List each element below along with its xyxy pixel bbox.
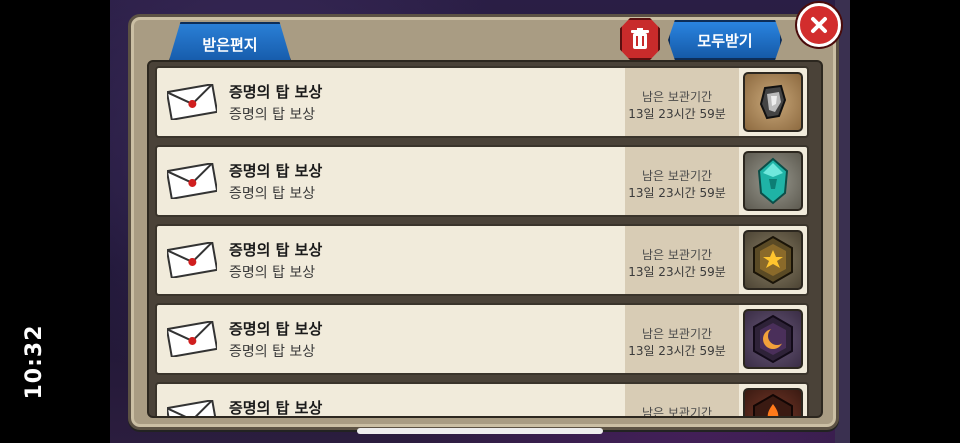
envelope-icon — [167, 84, 217, 120]
keep-label: 남은 보관기간 — [641, 248, 713, 262]
mail-list[interactable]: 증명의 탑 보상 증명의 탑 보상 남은 보관기간 13일 23시간 59분 증… — [147, 60, 823, 418]
trash-icon — [631, 28, 649, 49]
envelope-icon — [167, 321, 217, 357]
teal-crystal-icon — [757, 157, 789, 205]
mail-item[interactable]: 증명의 탑 보상 증명의 탑 보상 남은 보관기간 13일 23시간 59분 — [155, 303, 809, 375]
keep-label: 남은 보관기간 — [641, 169, 713, 183]
keep-label: 남은 보관기간 — [641, 90, 713, 104]
sun-rune-icon — [753, 235, 793, 285]
reward-item[interactable] — [743, 151, 803, 211]
keep-label: 남은 보관기간 — [641, 327, 713, 341]
mail-subtitle: 증명의 탑 보상 — [229, 186, 316, 202]
close-icon — [811, 17, 827, 33]
receive-all-button[interactable]: 모두받기 — [668, 20, 782, 60]
mail-item[interactable]: 증명의 탑 보상 증명의 탑 보상 남은 보관기간 13일 23시간 59분 — [155, 224, 809, 296]
mail-item[interactable]: 증명의 탑 보상 남은 보관기간 — [155, 382, 809, 418]
right-letterbox — [850, 0, 960, 443]
status-clock: 10:32 — [22, 324, 47, 400]
home-indicator[interactable] — [357, 428, 603, 434]
fire-rune-icon — [753, 393, 793, 416]
left-letterbox — [0, 0, 110, 443]
envelope-icon — [167, 242, 217, 278]
armor-fragment-icon — [759, 84, 787, 120]
keep-time: 13일 23시간 59분 — [628, 107, 726, 121]
mail-title: 증명의 탑 보상 — [229, 399, 323, 417]
reward-item[interactable] — [743, 72, 803, 132]
moon-rune-icon — [753, 314, 793, 364]
mail-title: 증명의 탑 보상 — [229, 241, 323, 259]
reward-item[interactable] — [743, 309, 803, 369]
mail-item[interactable]: 증명의 탑 보상 증명의 탑 보상 남은 보관기간 13일 23시간 59분 — [155, 66, 809, 138]
close-button[interactable] — [797, 3, 841, 47]
keep-time: 13일 23시간 59분 — [628, 186, 726, 200]
mail-title: 증명의 탑 보상 — [229, 83, 323, 101]
mail-title: 증명의 탑 보상 — [229, 320, 323, 338]
mail-item[interactable]: 증명의 탑 보상 증명의 탑 보상 남은 보관기간 13일 23시간 59분 — [155, 145, 809, 217]
envelope-icon — [167, 163, 217, 199]
keep-time: 13일 23시간 59분 — [628, 344, 726, 358]
envelope-icon — [167, 400, 217, 416]
mail-subtitle: 증명의 탑 보상 — [229, 265, 316, 281]
reward-item[interactable] — [743, 230, 803, 290]
keep-label: 남은 보관기간 — [641, 406, 713, 418]
mail-subtitle: 증명의 탑 보상 — [229, 107, 316, 123]
keep-time: 13일 23시간 59분 — [628, 265, 726, 279]
reward-item[interactable] — [743, 388, 803, 416]
tab-inbox[interactable]: 받은편지 — [168, 22, 292, 64]
delete-all-button[interactable] — [620, 18, 660, 60]
mail-subtitle: 증명의 탑 보상 — [229, 344, 316, 360]
mail-title: 증명의 탑 보상 — [229, 162, 323, 180]
